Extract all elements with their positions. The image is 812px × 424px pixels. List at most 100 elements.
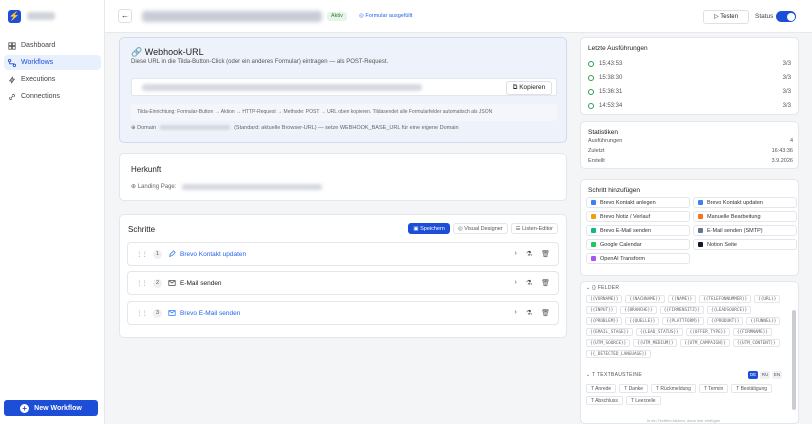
sidebar-item-executions[interactable]: Executions bbox=[4, 72, 101, 87]
link-icon: 🔗 bbox=[131, 47, 143, 57]
drag-handle-icon[interactable]: ⋮⋮ bbox=[136, 309, 148, 317]
field-chip[interactable]: {{FUNNEL}} bbox=[746, 317, 781, 325]
field-chip[interactable]: {{TELEFONNUMMER}} bbox=[699, 295, 752, 303]
field-chip[interactable]: {{UTM_CONTENT}} bbox=[732, 339, 780, 347]
text-block-chip[interactable]: T Rückmeldung bbox=[651, 384, 696, 393]
domain-note: (Standard: aktuelle Browser-URL) — setze… bbox=[234, 125, 459, 131]
add-step-option[interactable]: Brevo Kontakt anlegen bbox=[586, 197, 690, 208]
sidebar-item-dashboard[interactable]: Dashboard bbox=[4, 38, 101, 53]
step-number: 2 bbox=[153, 278, 162, 288]
add-step-option-label: Brevo E-Mail senden bbox=[600, 227, 652, 234]
add-step-option[interactable]: Manuelle Bearbeitung bbox=[693, 211, 797, 222]
add-step-option[interactable]: Notion Seite bbox=[693, 239, 797, 250]
text-block-chip[interactable]: T Termin bbox=[698, 384, 729, 393]
field-chip[interactable]: {{PRODUKT}} bbox=[706, 317, 744, 325]
status-toggle[interactable] bbox=[776, 11, 796, 22]
trash-icon[interactable]: 🗑 bbox=[541, 279, 550, 287]
field-chip[interactable]: {{UTM_MEDIUM}} bbox=[633, 339, 678, 347]
new-workflow-button[interactable]: + New Workflow bbox=[4, 400, 98, 416]
webhook-card: 🔗 Webhook-URL Diese URL in die Tilda-But… bbox=[119, 37, 567, 143]
run-row[interactable]: 15:38:30 3/3 bbox=[586, 72, 795, 84]
copy-button[interactable]: ⧉ Kopieren bbox=[506, 81, 552, 95]
language-option[interactable]: RU bbox=[760, 371, 770, 379]
tab-visual-designer[interactable]: ◎ Visual Designer bbox=[452, 223, 508, 234]
field-chip[interactable]: {{FIRMENSITZ}} bbox=[659, 306, 704, 314]
flask-icon[interactable]: ⚗ bbox=[526, 309, 532, 317]
field-chip[interactable]: {{PLATTFORM}} bbox=[662, 317, 704, 325]
add-step-option[interactable]: Brevo Notiz / Verlauf bbox=[586, 211, 690, 222]
field-chip[interactable]: {{NACHNAME}} bbox=[625, 295, 665, 303]
step-row[interactable]: ⋮⋮ 3 Brevo E-Mail senden › ⚗ 🗑 bbox=[127, 301, 559, 325]
add-step-option-label: Brevo Kontakt updaten bbox=[707, 199, 763, 206]
scrollbar[interactable] bbox=[792, 310, 796, 410]
back-arrow-icon[interactable]: ← bbox=[118, 9, 132, 23]
step-label: E-Mail senden bbox=[180, 279, 222, 287]
fields-title-text: FELDER bbox=[597, 285, 620, 291]
text-block-label: Danke bbox=[628, 386, 644, 392]
drag-handle-icon[interactable]: ⋮⋮ bbox=[136, 250, 148, 258]
field-chip[interactable]: {{LEAD_STATUS}} bbox=[635, 328, 683, 336]
webhook-description: Diese URL in die Tilda-Button-Click (ode… bbox=[131, 59, 389, 65]
language-option[interactable]: EN bbox=[772, 371, 782, 379]
field-chip[interactable]: {{NAME}} bbox=[667, 295, 697, 303]
trash-icon[interactable]: 🗑 bbox=[541, 309, 550, 317]
list-icon: ☰ bbox=[515, 226, 521, 232]
test-button[interactable]: ▷ Testen bbox=[703, 10, 749, 24]
field-chip[interactable]: {{URL}} bbox=[754, 295, 781, 303]
step-type-icon bbox=[591, 256, 596, 261]
field-chip[interactable]: {{UTM_SOURCE}} bbox=[586, 339, 631, 347]
text-block-chip[interactable]: T Bestätigung bbox=[731, 384, 773, 393]
add-step-option[interactable]: Brevo Kontakt updaten bbox=[693, 197, 797, 208]
landing-page-url-blurred[interactable] bbox=[182, 183, 323, 190]
sidebar-item-workflows[interactable]: Workflows bbox=[4, 55, 101, 70]
field-chip[interactable]: {{INPUT}} bbox=[586, 306, 618, 314]
stat-value: 3.9.2026 bbox=[771, 158, 793, 164]
chevron-right-icon[interactable]: › bbox=[514, 250, 516, 258]
field-chip[interactable]: {{BRANCHE}} bbox=[620, 306, 657, 314]
variables-panel: ⌄ {} FELDER {{VORNAME}} {{NACHNAME}} {{NAM… bbox=[580, 281, 799, 424]
trash-icon[interactable]: 🗑 bbox=[541, 250, 550, 258]
field-chip[interactable]: {{UTM_CAMPAIGN}} bbox=[680, 339, 730, 347]
chevron-right-icon[interactable]: › bbox=[514, 279, 516, 287]
chevron-right-icon[interactable]: › bbox=[514, 309, 516, 317]
add-step-option[interactable]: Brevo E-Mail senden bbox=[586, 225, 690, 236]
globe-icon: ⊕ bbox=[131, 125, 136, 131]
step-type-icon bbox=[591, 200, 596, 205]
field-chip[interactable]: {{EMAIL_STAGE}} bbox=[586, 328, 633, 336]
step-type-icon bbox=[591, 214, 596, 219]
field-chip[interactable]: {{_DETECTED_LANGUAGE}} bbox=[586, 350, 651, 358]
app-logo[interactable]: ⚡ bbox=[8, 10, 21, 23]
field-chip[interactable]: {{OFFER_TYPE}} bbox=[685, 328, 730, 336]
field-chip[interactable]: {{QUELLE}} bbox=[625, 317, 660, 325]
field-chip[interactable]: {{PROBLEM}} bbox=[586, 317, 623, 325]
text-block-chip[interactable]: T Anrede bbox=[586, 384, 617, 393]
text-block-label: Rückmeldung bbox=[660, 386, 691, 392]
step-actions: › ⚗ 🗑 bbox=[514, 250, 550, 258]
run-row[interactable]: 14:53:34 3/3 bbox=[586, 100, 795, 112]
step-row[interactable]: ⋮⋮ 2 E-Mail senden › ⚗ 🗑 bbox=[127, 271, 559, 295]
field-chip[interactable]: {{LEADSOURCE}} bbox=[706, 306, 752, 314]
step-row[interactable]: ⋮⋮ 1 Brevo Kontakt updaten › ⚗ 🗑 bbox=[127, 242, 559, 266]
text-block-label: Leerzeile bbox=[635, 398, 656, 404]
add-step-option[interactable]: Google Calendar bbox=[586, 239, 690, 250]
add-step-option[interactable]: OpenAI Transform bbox=[586, 253, 690, 264]
run-row[interactable]: 15:43:53 3/3 bbox=[586, 58, 795, 70]
field-chip[interactable]: {{VORNAME}} bbox=[586, 295, 623, 303]
flask-icon[interactable]: ⚗ bbox=[526, 250, 532, 258]
text-block-chip[interactable]: T Leerzeile bbox=[625, 396, 661, 405]
run-row[interactable]: 15:36:31 3/3 bbox=[586, 86, 795, 98]
add-step-option[interactable]: E-Mail senden (SMTP) bbox=[693, 225, 797, 236]
trigger-badge-label: Formular ausgefüllt bbox=[365, 13, 413, 19]
drag-handle-icon[interactable]: ⋮⋮ bbox=[136, 279, 148, 287]
list-editor-label: Listen-Editor bbox=[522, 226, 553, 232]
sidebar-item-connections[interactable]: Connections bbox=[4, 89, 101, 104]
language-switch: DE RU EN bbox=[748, 371, 782, 379]
save-button[interactable]: ▣ Speichern bbox=[408, 223, 450, 234]
flask-icon[interactable]: ⚗ bbox=[526, 279, 532, 287]
field-chip[interactable]: {{FIRMNAME}} bbox=[732, 328, 772, 336]
text-block-chip[interactable]: T Abschluss bbox=[586, 396, 623, 405]
tab-list-editor[interactable]: ☰ Listen-Editor bbox=[510, 223, 558, 234]
webhook-url-field[interactable]: ⧉ Kopieren bbox=[131, 78, 557, 96]
language-option[interactable]: DE bbox=[748, 371, 758, 379]
text-block-chip[interactable]: T Danke bbox=[619, 384, 649, 393]
